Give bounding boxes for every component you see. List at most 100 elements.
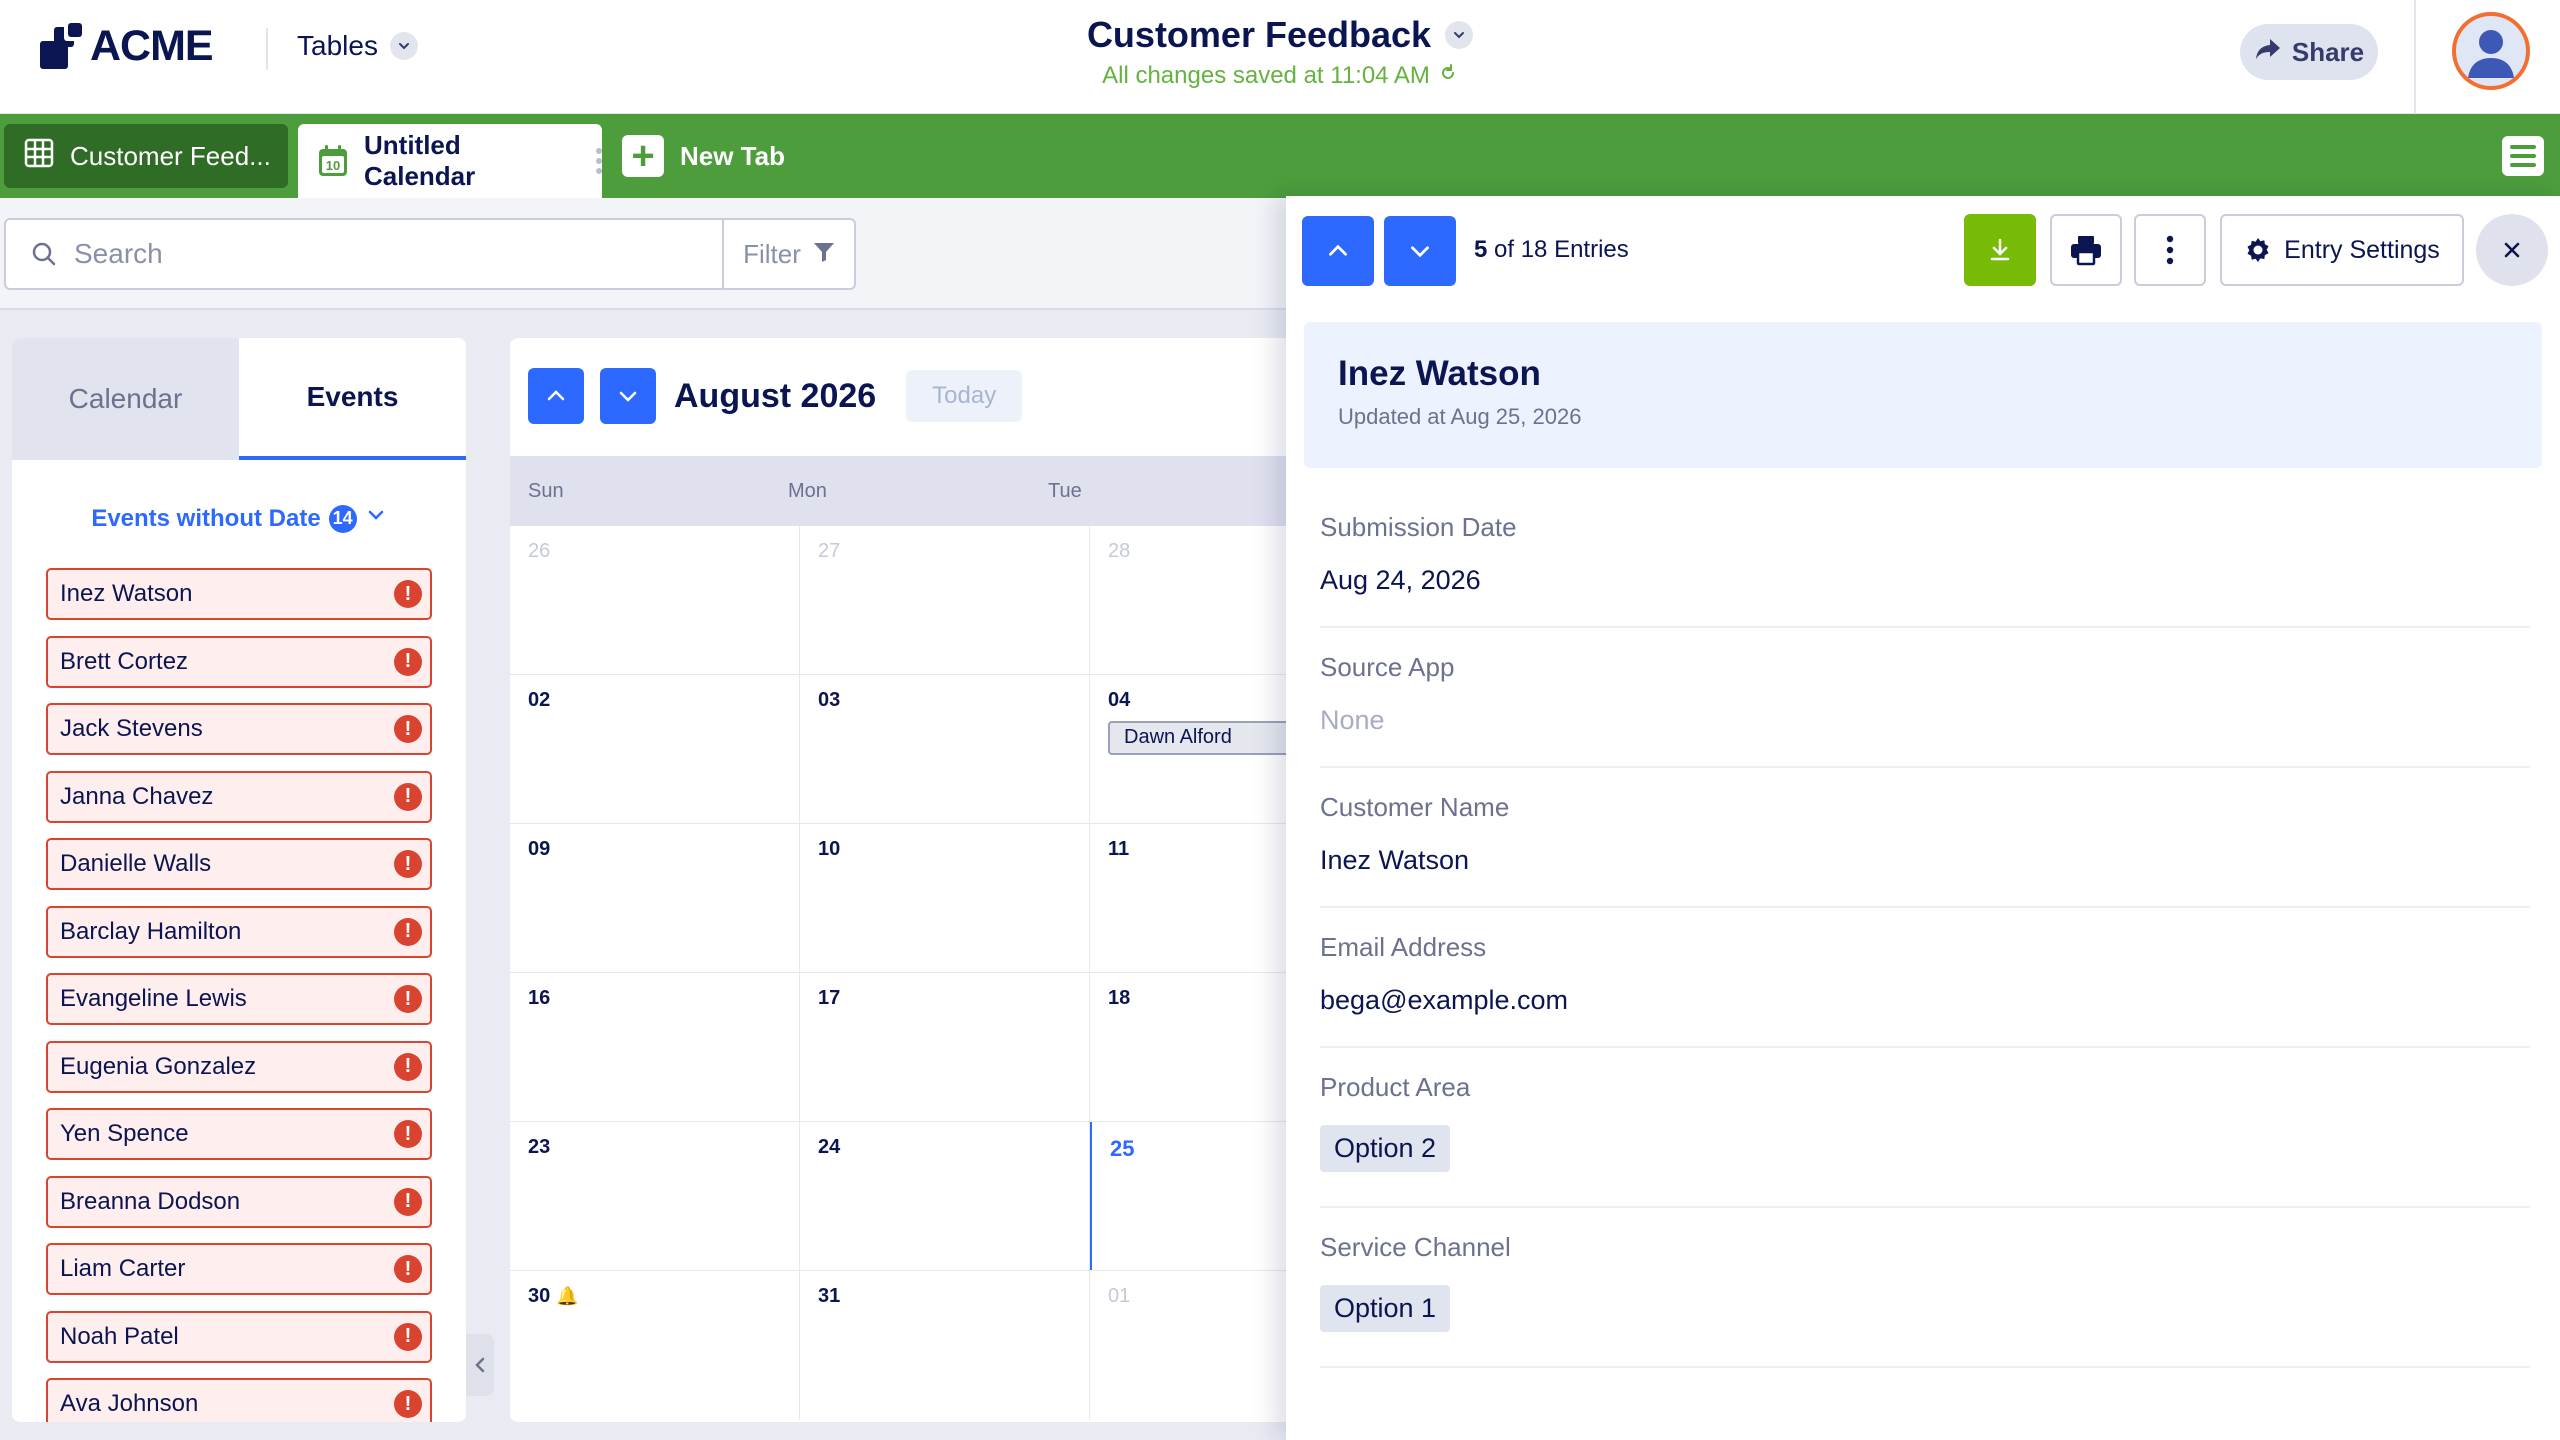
event-name: Brett Cortez: [60, 647, 189, 675]
tab-customer-feedback[interactable]: Customer Feed...: [4, 124, 288, 188]
calendar-day[interactable]: 31: [800, 1271, 1090, 1420]
document-title[interactable]: Customer Feedback: [1087, 14, 1474, 56]
entry-settings-button[interactable]: Entry Settings: [2220, 214, 2464, 286]
list-item[interactable]: Ava Johnson!: [46, 1378, 432, 1422]
event-name: Noah Patel: [60, 1322, 179, 1350]
list-item[interactable]: Inez Watson!: [46, 568, 432, 620]
funnel-icon: [813, 239, 835, 270]
calendar-week: 09 10 11: [510, 824, 1290, 973]
download-button[interactable]: [1964, 214, 2036, 286]
entry-name: Inez Watson: [1338, 354, 1541, 393]
acme-logo[interactable]: ACME: [40, 22, 214, 70]
day-number: 27: [818, 540, 841, 562]
weekday-label: Sun: [528, 479, 564, 502]
collapse-sidebar-button[interactable]: [466, 1334, 494, 1396]
calendar-event[interactable]: Dawn Alford: [1108, 721, 1290, 755]
calendar-day[interactable]: 28: [1090, 526, 1290, 674]
field-label: Customer Name: [1320, 792, 1510, 822]
undated-events-list: Inez Watson! Brett Cortez! Jack Stevens!…: [46, 568, 432, 1422]
event-name: Barclay Hamilton: [60, 917, 242, 945]
list-item[interactable]: Brett Cortez!: [46, 635, 432, 688]
calendar-day[interactable]: 01: [1090, 1271, 1290, 1420]
calendar-day[interactable]: 30 🔔: [510, 1271, 800, 1420]
download-icon: [1990, 238, 2010, 261]
chevron-down-icon[interactable]: [1445, 21, 1474, 49]
event-name: Jack Stevens: [60, 715, 203, 742]
tab-calendar[interactable]: Calendar: [12, 338, 239, 460]
tab-untitled-calendar[interactable]: 10 Untitled Calendar: [298, 124, 602, 198]
header-divider: [2414, 0, 2416, 114]
field-service-channel: Service Channel Option 1: [1320, 1208, 2530, 1368]
today-button[interactable]: Today: [906, 370, 1023, 422]
calendar-week: 02 03 04 Dawn Alford: [510, 675, 1290, 824]
app-header: ACME Tables Customer Feedback All change…: [0, 0, 2560, 114]
entry-header: Inez Watson Updated at Aug 25, 2026: [1304, 322, 2542, 468]
next-entry-button[interactable]: [1384, 216, 1456, 286]
entries-current: 5: [1474, 236, 1488, 263]
user-avatar[interactable]: [2452, 12, 2530, 90]
list-item[interactable]: Yen Spence!: [46, 1108, 432, 1160]
new-tab-button[interactable]: + New Tab: [622, 124, 785, 188]
field-label: Product Area: [1320, 1072, 1471, 1102]
calendar-day[interactable]: 04 Dawn Alford: [1090, 675, 1290, 823]
calendar-day[interactable]: 17: [800, 973, 1090, 1121]
day-number: 16: [528, 987, 551, 1009]
calendar-day[interactable]: 27: [800, 526, 1090, 674]
chevron-down-icon: [1411, 246, 1429, 258]
calendar-day[interactable]: 11: [1090, 824, 1290, 972]
filter-button[interactable]: Filter: [722, 218, 856, 290]
header-divider: [266, 28, 268, 70]
share-button[interactable]: Share: [2240, 24, 2378, 80]
warning-icon: !: [394, 782, 422, 811]
calendar-week: 30 🔔 31 01: [510, 1271, 1290, 1420]
field-label: Service Channel: [1320, 1232, 1511, 1262]
list-item[interactable]: Barclay Hamilton!: [46, 905, 432, 958]
calendar-day[interactable]: 03: [800, 675, 1090, 823]
calendar-day[interactable]: 10: [800, 824, 1090, 972]
list-item[interactable]: Janna Chavez!: [46, 770, 432, 823]
chevron-down-icon: [389, 32, 418, 60]
calendar-day[interactable]: 18: [1090, 973, 1290, 1121]
field-value: Inez Watson: [1320, 845, 1470, 875]
events-sidebar: Calendar Events Events without Date 14 I…: [12, 338, 466, 1422]
warning-icon: !: [394, 850, 422, 878]
list-item[interactable]: Breanna Dodson!: [46, 1175, 432, 1228]
next-month-button[interactable]: [600, 368, 656, 424]
calendar-day[interactable]: 02: [510, 675, 800, 823]
calendar-day[interactable]: 09: [510, 824, 800, 972]
list-item[interactable]: Liam Carter!: [46, 1243, 432, 1295]
search-input[interactable]: [74, 238, 674, 270]
list-item[interactable]: Danielle Walls!: [46, 838, 432, 890]
filter-label: Filter: [743, 238, 801, 269]
event-name: Breanna Dodson: [60, 1187, 241, 1215]
previous-month-button[interactable]: [528, 368, 584, 424]
event-name: Yen Spence: [60, 1120, 189, 1147]
more-options-button[interactable]: [2134, 214, 2206, 286]
calendar-day-today[interactable]: 25: [1090, 1122, 1290, 1270]
warning-icon: !: [394, 1187, 422, 1216]
calendar-day[interactable]: 24: [800, 1122, 1090, 1270]
list-item[interactable]: Jack Stevens!: [46, 703, 432, 755]
close-panel-button[interactable]: [2476, 214, 2548, 286]
tab-options-icon[interactable]: [596, 148, 602, 174]
hamburger-menu-icon[interactable]: [2502, 136, 2544, 176]
previous-entry-button[interactable]: [1302, 216, 1374, 286]
list-item[interactable]: Eugenia Gonzalez!: [46, 1040, 432, 1093]
field-value: None: [1320, 705, 1385, 735]
tab-events[interactable]: Events: [239, 338, 466, 460]
list-item[interactable]: Noah Patel!: [46, 1310, 432, 1363]
field-source-app: Source App None: [1320, 628, 2530, 768]
calendar-day[interactable]: 23: [510, 1122, 800, 1270]
list-item[interactable]: Evangeline Lewis!: [46, 973, 432, 1025]
print-button[interactable]: [2050, 214, 2122, 286]
calendar-day[interactable]: 16: [510, 973, 800, 1121]
weekday-label: Tue: [1048, 479, 1082, 502]
search-icon: [26, 236, 62, 272]
calendar-day[interactable]: 26: [510, 526, 800, 674]
tables-dropdown[interactable]: Tables: [297, 30, 418, 62]
warning-icon: !: [394, 1052, 422, 1081]
events-without-date-toggle[interactable]: Events without Date 14: [12, 504, 466, 533]
sidebar-tabs: Calendar Events: [12, 338, 466, 460]
weekday-label: Mon: [788, 479, 827, 502]
tab-label: New Tab: [680, 140, 785, 171]
